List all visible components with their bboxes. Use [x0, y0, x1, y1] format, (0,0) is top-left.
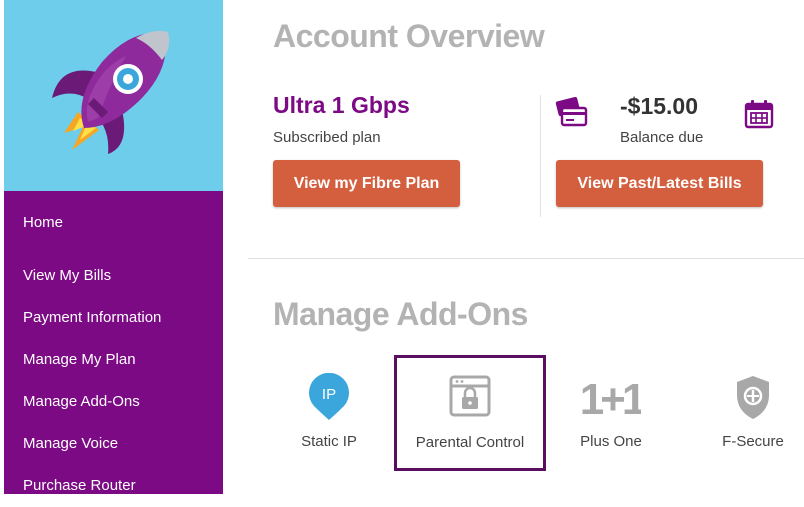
addon-label: F-Secure [722, 433, 784, 450]
addon-label: Static IP [301, 433, 357, 450]
addon-static-ip[interactable]: IP Static IP [254, 355, 404, 470]
addon-f-secure[interactable]: F-Secure [678, 355, 804, 470]
sidebar: Home View My Bills Payment Information M… [4, 0, 223, 494]
calendar-icon [744, 100, 774, 129]
plus-one-icon: 1+1 [581, 375, 641, 421]
svg-text:1+1: 1+1 [581, 375, 641, 421]
sidebar-item-home[interactable]: Home [4, 191, 223, 255]
sidebar-item-payment-information[interactable]: Payment Information [4, 297, 223, 339]
addon-label: Parental Control [415, 434, 525, 451]
sidebar-hero [4, 0, 223, 191]
shield-icon [737, 376, 769, 419]
sidebar-item-manage-voice[interactable]: Manage Voice [4, 423, 223, 465]
sidebar-menu: Home View My Bills Payment Information M… [4, 191, 223, 507]
section-divider [248, 258, 804, 259]
parental-lock-icon [449, 375, 491, 417]
view-bills-button[interactable]: View Past/Latest Bills [556, 160, 763, 207]
balance-caption: Balance due [620, 129, 704, 146]
plan-caption: Subscribed plan [273, 129, 381, 146]
svg-text:IP: IP [322, 386, 336, 403]
vertical-divider [540, 95, 541, 217]
addon-plus-one[interactable]: 1+1 Plus One [536, 355, 686, 470]
main-content: Account Overview Ultra 1 Gbps Subscribed… [248, 0, 804, 494]
addon-parental-control[interactable]: Parental Control [394, 355, 546, 471]
balance-amount: -$15.00 [620, 93, 699, 119]
sidebar-item-manage-add-ons[interactable]: Manage Add-Ons [4, 381, 223, 423]
account-overview-title: Account Overview [273, 18, 545, 54]
manage-add-ons-title: Manage Add-Ons [273, 296, 528, 332]
addon-label: Plus One [580, 433, 642, 450]
sidebar-item-view-my-bills[interactable]: View My Bills [4, 255, 223, 297]
sidebar-item-manage-my-plan[interactable]: Manage My Plan [4, 339, 223, 381]
credit-card-icon [555, 97, 588, 127]
static-ip-icon: IP [309, 373, 349, 420]
sidebar-item-purchase-router[interactable]: Purchase Router [4, 465, 223, 507]
rocket-icon [52, 30, 170, 154]
plan-name: Ultra 1 Gbps [273, 92, 410, 118]
view-fibre-plan-button[interactable]: View my Fibre Plan [273, 160, 460, 207]
